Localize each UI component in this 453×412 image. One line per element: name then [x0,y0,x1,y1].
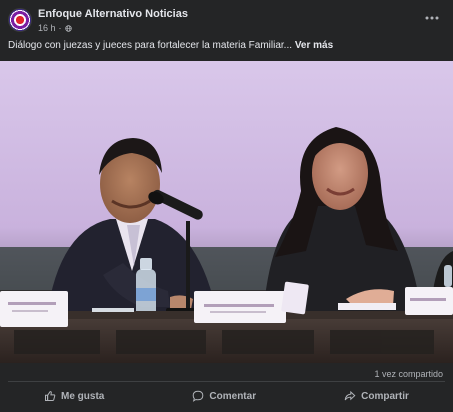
like-button[interactable]: Me gusta [36,388,112,404]
meta-separator: · [58,23,62,33]
post-actions: Me gusta Comentar Compartir [0,384,453,408]
post-header: Enfoque Alternativo Noticias 16 h · [0,0,453,38]
page-avatar[interactable] [8,8,32,32]
papers [338,303,396,310]
phone [92,308,134,312]
see-more-link[interactable]: Ver más [295,40,333,51]
desk-panels [14,330,434,354]
more-options-icon [425,16,439,20]
post-photo[interactable] [0,61,453,363]
bottle-right [444,265,452,287]
post-caption-text: Diálogo con juezas y jueces para fortale… [8,40,293,51]
like-label: Me gusta [61,390,105,402]
photo-illustration [0,61,453,363]
page-name[interactable]: Enfoque Alternativo Noticias [38,8,188,20]
post-caption: Diálogo con juezas y jueces para fortale… [8,40,333,51]
share-arrow-icon [344,390,356,401]
share-count[interactable]: 1 vez compartido [374,369,443,379]
more-options-button[interactable] [423,10,441,26]
thumbs-up-icon [45,391,56,401]
comment-bubble-icon [193,390,204,402]
share-button[interactable]: Compartir [336,388,417,404]
facebook-post: Enfoque Alternativo Noticias 16 h · Diál… [0,0,453,412]
share-label: Compartir [361,390,409,402]
post-meta: 16 h · [38,23,72,33]
comment-button[interactable]: Comentar [184,388,264,404]
post-time[interactable]: 16 h [38,23,56,33]
globe-icon [64,24,72,32]
comment-label: Comentar [209,390,257,402]
actions-divider [8,381,445,382]
